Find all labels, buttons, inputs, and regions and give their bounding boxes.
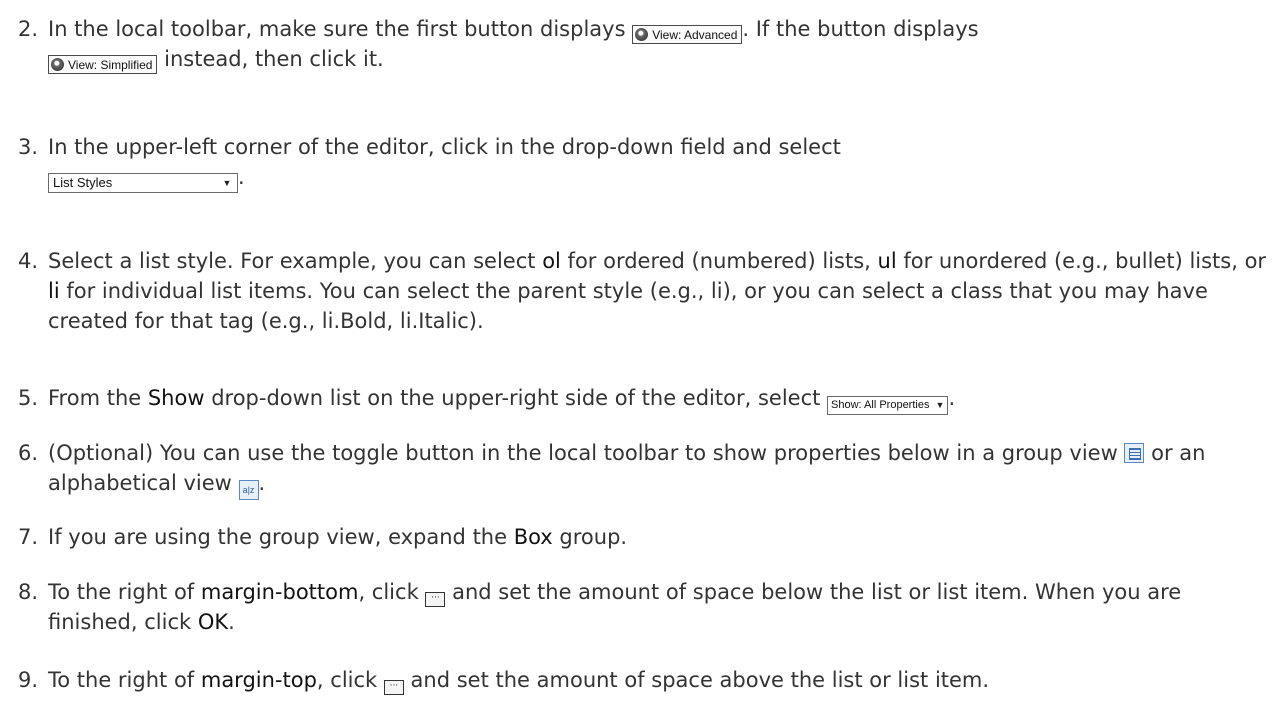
step-text-part: , click: [316, 668, 384, 692]
step-text-part: drop-down list on the upper-right side o…: [204, 386, 828, 410]
step-text-part: .: [948, 386, 956, 410]
step-number: 5.: [17, 386, 38, 410]
group-view-icon[interactable]: [1124, 443, 1145, 463]
step-text-part: instead, then click it.: [157, 47, 384, 71]
step-number: 9.: [17, 668, 38, 692]
step-9: 9. To the right of margin-top, click ··· …: [6, 665, 1278, 695]
keyword-margin-bottom: margin-bottom: [200, 580, 359, 604]
keyword-box: Box: [513, 525, 553, 549]
step-text-part: In the local toolbar, make sure the firs…: [48, 17, 633, 41]
step-8: 8. To the right of margin-bottom, click ·…: [6, 577, 1278, 637]
step-text: Select a list style. For example, you ca…: [48, 246, 1276, 336]
step-5: 5. From the Show drop-down list on the up…: [6, 383, 1278, 415]
view-eye-icon: [51, 58, 64, 71]
step-text-part: for unordered (e.g., bullet) lists, or: [896, 249, 1267, 273]
step-number: 8.: [17, 580, 38, 604]
step-number: 3.: [17, 135, 38, 159]
step-text: In the upper-left corner of the editor, …: [48, 132, 1276, 193]
view-simplified-button[interactable]: View: Simplified: [48, 55, 158, 74]
ellipsis-icon[interactable]: ···: [425, 592, 446, 607]
step-text-part: .: [238, 165, 245, 189]
step-text-part: , click: [358, 580, 426, 604]
view-advanced-button[interactable]: View: Advanced: [632, 25, 743, 44]
step-text-part: In the upper-left corner of the editor, …: [48, 135, 841, 159]
step-text-part: .: [258, 471, 266, 495]
keyword-ul: ul: [877, 249, 897, 273]
show-properties-dropdown[interactable]: Show: All Properties ▼: [827, 396, 949, 415]
step-text-part: group.: [552, 525, 628, 549]
step-number: 4.: [17, 249, 38, 273]
dropdown-value: List Styles: [53, 175, 113, 190]
step-7: 7. If you are using the group view, expan…: [6, 522, 1278, 552]
step-text-part: If you are using the group view, expand …: [48, 525, 514, 549]
list-styles-dropdown[interactable]: List Styles ▼: [48, 173, 238, 193]
step-text-part: . If the button displays: [742, 17, 979, 41]
step-text: To the right of margin-top, click ··· an…: [48, 665, 1276, 695]
dropdown-value: Show: All Properties: [831, 399, 930, 411]
keyword-ol: ol: [542, 249, 561, 273]
step-number: 7.: [17, 525, 38, 549]
keyword-ok: OK: [197, 610, 229, 634]
step-text: (Optional) You can use the toggle button…: [48, 438, 1276, 500]
step-4: 4. Select a list style. For example, you …: [6, 246, 1278, 336]
step-text-part: for individual list items. You can selec…: [48, 279, 1208, 333]
step-6: 6. (Optional) You can use the toggle butt…: [6, 438, 1278, 500]
step-text-part: To the right of: [48, 580, 201, 604]
step-number: 2.: [17, 17, 38, 41]
step-text: To the right of margin-bottom, click ···…: [48, 577, 1276, 637]
keyword-show: Show: [147, 386, 205, 410]
button-label: View: Advanced: [652, 28, 738, 42]
instruction-steps: 2. In the local toolbar, make sure the fi…: [0, 0, 1286, 719]
step-text-part: Select a list style. For example, you ca…: [48, 249, 543, 273]
view-eye-icon: [635, 28, 649, 41]
keyword-margin-top: margin-top: [200, 668, 317, 692]
step-text: In the local toolbar, make sure the firs…: [48, 14, 1276, 74]
chevron-down-icon: ▼: [935, 400, 945, 410]
alphabetical-view-icon[interactable]: a|z: [238, 480, 259, 500]
keyword-li: li: [48, 279, 60, 303]
step-text: If you are using the group view, expand …: [48, 522, 1276, 552]
step-text-part: for ordered (numbered) lists,: [560, 249, 878, 273]
step-text-part: .: [228, 610, 235, 634]
step-3: 3. In the upper-left corner of the editor…: [6, 132, 1278, 193]
button-label: View: Simplified: [68, 58, 153, 72]
step-text-part: To the right of: [48, 668, 201, 692]
step-number: 6.: [17, 441, 38, 465]
step-text-part: From the: [48, 386, 148, 410]
step-text-part: (Optional) You can use the toggle button…: [48, 441, 1125, 465]
step-text-part: and set the amount of space above the li…: [403, 668, 990, 692]
step-2: 2. In the local toolbar, make sure the fi…: [6, 14, 1278, 74]
ellipsis-icon[interactable]: ···: [383, 680, 404, 695]
step-text: From the Show drop-down list on the uppe…: [48, 383, 1276, 415]
chevron-down-icon: ▼: [222, 178, 232, 188]
